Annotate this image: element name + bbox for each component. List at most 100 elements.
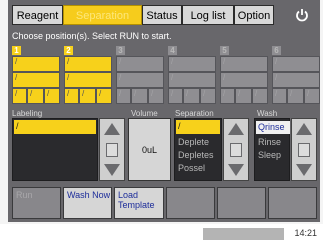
position-2-slot[interactable]: / xyxy=(64,56,112,72)
position-2-slot[interactable]: / xyxy=(79,88,96,104)
slot-mark: / xyxy=(151,89,154,98)
position-3-slot[interactable]: / xyxy=(148,88,164,104)
tab-separation[interactable]: Separation xyxy=(63,5,142,25)
position-4-slot[interactable]: / xyxy=(168,56,216,72)
position-3-slot[interactable]: / xyxy=(116,56,164,72)
position-6-slot[interactable]: / xyxy=(287,88,304,104)
scroll-down-icon[interactable] xyxy=(104,164,120,176)
position-3-slot[interactable]: / xyxy=(131,88,148,104)
position-5-slot[interactable]: / xyxy=(252,88,268,104)
position-5-slot[interactable]: / xyxy=(220,56,268,72)
position-5-slot[interactable]: / xyxy=(220,72,268,88)
slot-mark: / xyxy=(171,73,174,82)
position-1-slot[interactable]: / xyxy=(12,56,60,72)
slot-mark: / xyxy=(275,73,278,82)
slot-mark: / xyxy=(171,89,174,98)
tab-status[interactable]: Status xyxy=(142,5,182,25)
status-bar: 14:21 xyxy=(0,224,323,244)
separation-option[interactable]: Deplete xyxy=(176,136,209,149)
tab-reagent[interactable]: Reagent xyxy=(12,5,63,25)
function-button-6[interactable] xyxy=(268,187,317,219)
labeling-scrollbar[interactable] xyxy=(99,118,125,181)
slot-mark: / xyxy=(67,73,70,82)
wash-scrollbar[interactable] xyxy=(291,118,317,181)
position-1-slot[interactable]: / xyxy=(27,88,44,104)
position-4-slot[interactable]: / xyxy=(183,88,200,104)
scroll-up-icon[interactable] xyxy=(228,123,244,135)
separation-scrollbar[interactable] xyxy=(223,118,249,181)
slot-mark: / xyxy=(15,57,18,66)
position-5-slot[interactable]: / xyxy=(220,88,235,104)
slot-mark: / xyxy=(171,57,174,66)
tab-option[interactable]: Option xyxy=(234,5,274,25)
position-6-slot[interactable]: / xyxy=(272,56,320,72)
slot-mark: / xyxy=(15,73,18,82)
slot-mark: / xyxy=(82,89,85,98)
slot-mark: / xyxy=(15,89,18,98)
slot-mark: / xyxy=(67,89,70,98)
position-2-slot[interactable]: / xyxy=(96,88,112,104)
function-button-5[interactable] xyxy=(217,187,266,219)
function-button-4[interactable] xyxy=(166,187,215,219)
tab-log-list[interactable]: Log list xyxy=(182,5,234,25)
power-icon xyxy=(296,9,308,22)
slot-mark: / xyxy=(275,89,278,98)
wash-option-selected[interactable]: Qrinse xyxy=(256,121,290,134)
power-button[interactable] xyxy=(289,5,315,25)
position-2-slot[interactable]: / xyxy=(64,88,79,104)
position-4-slot[interactable]: / xyxy=(168,72,216,88)
position-6-slot[interactable]: / xyxy=(304,88,320,104)
scroll-thumb[interactable] xyxy=(106,143,118,157)
slot-mark: / xyxy=(47,89,50,98)
slot-mark: / xyxy=(275,57,278,66)
slot-mark: / xyxy=(223,89,226,98)
load-template-button[interactable]: Load Template xyxy=(114,187,164,219)
position-1-slot[interactable]: / xyxy=(12,88,27,104)
separation-selected-item[interactable]: / xyxy=(176,120,220,134)
position-3-slot[interactable]: / xyxy=(116,88,131,104)
position-number-1: 1 xyxy=(12,46,21,55)
instruction-text: Choose position(s). Select RUN to start. xyxy=(12,31,172,41)
scroll-thumb[interactable] xyxy=(230,143,242,157)
slot-mark: / xyxy=(223,57,226,66)
slot-mark: / xyxy=(255,89,258,98)
slot-mark: / xyxy=(134,89,137,98)
position-5-slot[interactable]: / xyxy=(235,88,252,104)
scroll-down-icon[interactable] xyxy=(228,164,244,176)
scroll-up-icon[interactable] xyxy=(296,123,312,135)
wash-list[interactable]: Qrinse Rinse Sleep xyxy=(254,118,290,181)
separation-option[interactable]: Depletes xyxy=(176,149,214,162)
slot-mark: / xyxy=(67,57,70,66)
scroll-thumb[interactable] xyxy=(298,143,310,157)
position-4-slot[interactable]: / xyxy=(168,88,183,104)
slot-mark: / xyxy=(119,57,122,66)
position-6-slot[interactable]: / xyxy=(272,88,287,104)
position-1-slot[interactable]: / xyxy=(44,88,60,104)
separation-option[interactable]: Possel xyxy=(176,162,205,175)
labeling-list[interactable]: / xyxy=(12,118,98,181)
clock: 14:21 xyxy=(294,228,317,238)
position-3-slot[interactable]: / xyxy=(116,72,164,88)
labeling-selected-item[interactable]: / xyxy=(14,120,96,134)
wash-now-button[interactable]: Wash Now xyxy=(63,187,112,219)
wash-option[interactable]: Sleep xyxy=(256,149,281,162)
scroll-down-icon[interactable] xyxy=(296,164,312,176)
position-1-slot[interactable]: / xyxy=(12,72,60,88)
volume-field[interactable]: 0uL xyxy=(128,118,171,181)
position-number-5: 5 xyxy=(220,46,229,55)
position-number-6: 6 xyxy=(272,46,281,55)
wash-option[interactable]: Rinse xyxy=(256,136,281,149)
labeling-label: Labeling xyxy=(12,109,43,118)
status-progress-bar xyxy=(203,228,284,240)
position-4-slot[interactable]: / xyxy=(200,88,216,104)
separation-list[interactable]: / Deplete Depletes Possel xyxy=(174,118,222,181)
slot-mark: / xyxy=(30,89,33,98)
position-2-slot[interactable]: / xyxy=(64,72,112,88)
scroll-up-icon[interactable] xyxy=(104,123,120,135)
position-number-2: 2 xyxy=(64,46,73,55)
run-button[interactable]: Run xyxy=(12,187,61,219)
slot-mark: / xyxy=(307,89,310,98)
slot-mark: / xyxy=(290,89,293,98)
position-6-slot[interactable]: / xyxy=(272,72,320,88)
slot-mark: / xyxy=(238,89,241,98)
